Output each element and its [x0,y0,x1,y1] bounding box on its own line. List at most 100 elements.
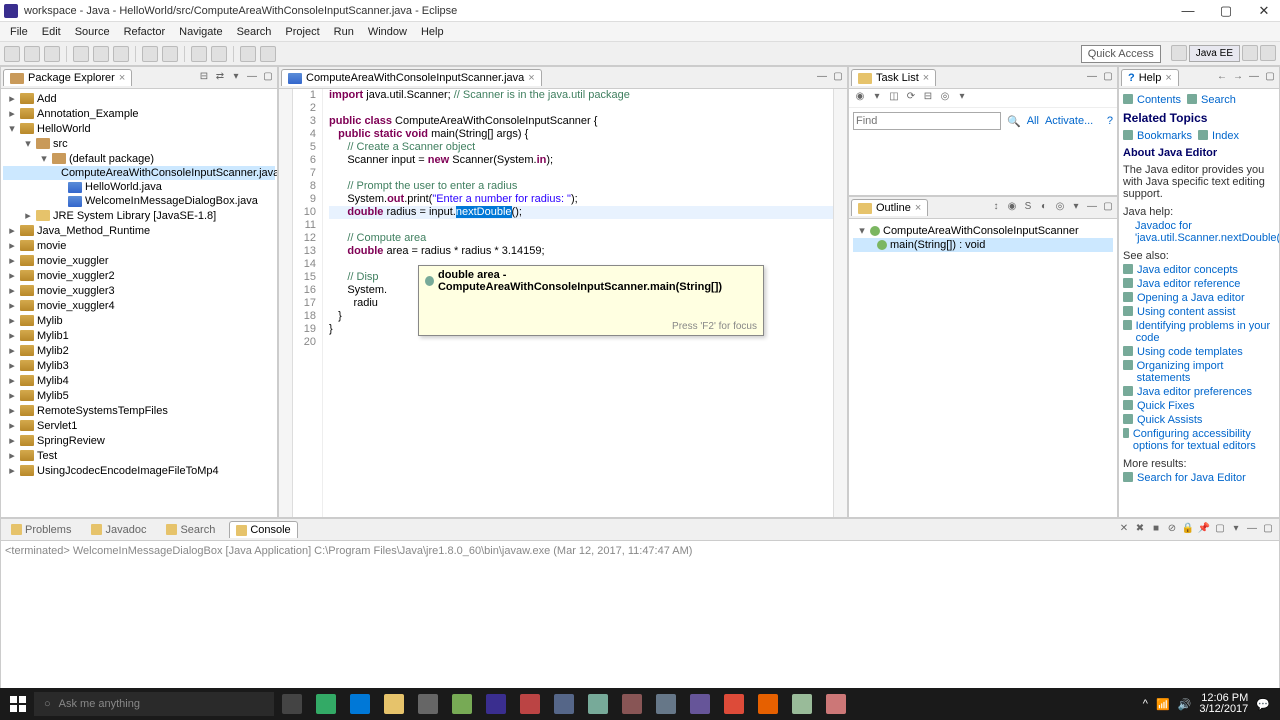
bookmarks-link[interactable]: Bookmarks [1123,129,1192,143]
menu-window[interactable]: Window [362,24,413,40]
tree-item[interactable]: WelcomeInMessageDialogBox.java [3,194,275,208]
tree-item[interactable]: ComputeAreaWithConsoleInputScanner.java [3,166,275,180]
close-icon[interactable]: × [923,72,929,84]
perspective-javaee[interactable]: Java EE [1189,45,1240,62]
search-link[interactable]: Search [1187,93,1236,107]
tree-item[interactable]: ▸RemoteSystemsTempFiles [3,403,275,418]
activate-link[interactable]: Activate... [1045,115,1093,127]
start-button[interactable] [4,690,32,718]
minimize-icon[interactable]: — [1247,71,1261,85]
tree-item[interactable]: ▸SpringReview [3,433,275,448]
menu-project[interactable]: Project [279,24,325,40]
new-task-icon[interactable]: ◉ [853,91,867,105]
open-perspective-icon[interactable] [1171,45,1187,61]
tree-item[interactable]: ▸UsingJcodecEncodeImageFileToMp4 [3,463,275,478]
perspective-icon[interactable] [1242,45,1258,61]
tab-javadoc[interactable]: Javadoc [85,522,152,538]
menu-refactor[interactable]: Refactor [118,24,172,40]
app-icon[interactable] [514,690,546,718]
app-icon[interactable] [820,690,852,718]
help-link[interactable]: Quick Fixes [1123,399,1275,413]
scroll-lock-icon[interactable]: 🔒 [1181,523,1195,537]
minimize-icon[interactable]: — [1245,523,1259,537]
remove-all-icon[interactable]: ✖ [1133,523,1147,537]
notification-icon[interactable]: 💬 [1256,698,1270,711]
app-icon[interactable] [786,690,818,718]
task-list-tab[interactable]: Task List × [851,69,936,86]
collapse-icon[interactable]: ⊟ [921,91,935,105]
help-link[interactable]: Java editor concepts [1123,263,1275,277]
tree-item[interactable]: ▸Mylib [3,313,275,328]
help-link[interactable]: Quick Assists [1123,413,1275,427]
help-link[interactable]: Identifying problems in your code [1123,319,1275,345]
tree-item[interactable]: ▾HelloWorld [3,121,275,136]
javadoc-link[interactable]: Javadoc for 'java.util.Scanner.nextDoubl… [1123,219,1275,245]
menu-run[interactable]: Run [328,24,360,40]
menu-edit[interactable]: Edit [36,24,67,40]
tree-item[interactable]: ▸movie [3,238,275,253]
minimize-button[interactable]: — [1176,3,1200,19]
help-link[interactable]: Organizing import statements [1123,359,1275,385]
help-link[interactable]: Opening a Java editor [1123,291,1275,305]
open-console-icon[interactable]: ▾ [1229,523,1243,537]
editor-tab[interactable]: ComputeAreaWithConsoleInputScanner.java … [281,69,542,86]
view-menu-icon[interactable]: ▾ [955,91,969,105]
store-icon[interactable] [412,690,444,718]
all-filter[interactable]: All [1027,115,1039,127]
outline-tree[interactable]: ▾ ComputeAreaWithConsoleInputScanner mai… [849,219,1117,517]
app-icon[interactable] [650,690,682,718]
close-icon[interactable]: × [119,72,125,84]
app-icon[interactable] [616,690,648,718]
tree-item[interactable]: ▸Test [3,448,275,463]
app-icon[interactable] [446,690,478,718]
tree-item[interactable]: ▸movie_xuggler2 [3,268,275,283]
new-package-icon[interactable] [142,46,158,62]
tab-search[interactable]: Search [160,522,221,538]
menu-search[interactable]: Search [231,24,278,40]
tree-item[interactable]: ▸movie_xuggler [3,253,275,268]
focus-icon[interactable]: ◎ [938,91,952,105]
hide-static-icon[interactable]: S [1021,201,1035,215]
display-icon[interactable]: ▢ [1213,523,1227,537]
tree-item[interactable]: ▸Java_Method_Runtime [3,223,275,238]
close-icon[interactable]: × [915,202,921,214]
help-icon[interactable]: ? [1107,115,1113,127]
maximize-icon[interactable]: ▢ [1101,71,1115,85]
view-menu-icon[interactable]: ▾ [229,71,243,85]
link-editor-icon[interactable]: ⇄ [213,71,227,85]
help-link[interactable]: Java editor reference [1123,277,1275,291]
tree-item[interactable]: ▸JRE System Library [JavaSE-1.8] [3,208,275,223]
pin-icon[interactable]: 📌 [1197,523,1211,537]
tree-item[interactable]: ▸movie_xuggler3 [3,283,275,298]
tree-item[interactable]: ▸Mylib5 [3,388,275,403]
tree-item[interactable]: HelloWorld.java [3,180,275,194]
tree-item[interactable]: ▸Servlet1 [3,418,275,433]
project-tree[interactable]: ▸Add▸Annotation_Example▾HelloWorld▾src▾(… [1,89,277,517]
maximize-icon[interactable]: ▢ [1101,201,1115,215]
clear-icon[interactable]: ⊘ [1165,523,1179,537]
sort-icon[interactable]: ↕ [989,201,1003,215]
contents-link[interactable]: Contents [1123,93,1181,107]
tree-item[interactable]: ▸movie_xuggler4 [3,298,275,313]
tree-item[interactable]: ▸Add [3,91,275,106]
code-area[interactable]: import java.util.Scanner; // Scanner is … [323,89,833,517]
new-class-icon[interactable] [162,46,178,62]
tree-item[interactable]: ▾src [3,136,275,151]
menu-help[interactable]: Help [415,24,450,40]
tree-item[interactable]: ▸Mylib3 [3,358,275,373]
tray-up-icon[interactable]: ^ [1143,698,1148,710]
menu-navigate[interactable]: Navigate [173,24,228,40]
outline-method[interactable]: main(String[]) : void [853,238,1113,252]
app-icon[interactable] [684,690,716,718]
focus-icon[interactable]: ◎ [1053,201,1067,215]
help-tab[interactable]: ? Help × [1121,69,1179,86]
search-icon[interactable] [211,46,227,62]
help-link[interactable]: Using content assist [1123,305,1275,319]
minimize-icon[interactable]: — [1085,71,1099,85]
save-all-icon[interactable] [44,46,60,62]
tree-item[interactable]: ▸Mylib2 [3,343,275,358]
network-icon[interactable]: 📶 [1156,698,1170,711]
eclipse-taskbar-icon[interactable] [480,690,512,718]
taskview-button[interactable] [276,690,308,718]
package-explorer-tab[interactable]: Package Explorer × [3,69,132,86]
